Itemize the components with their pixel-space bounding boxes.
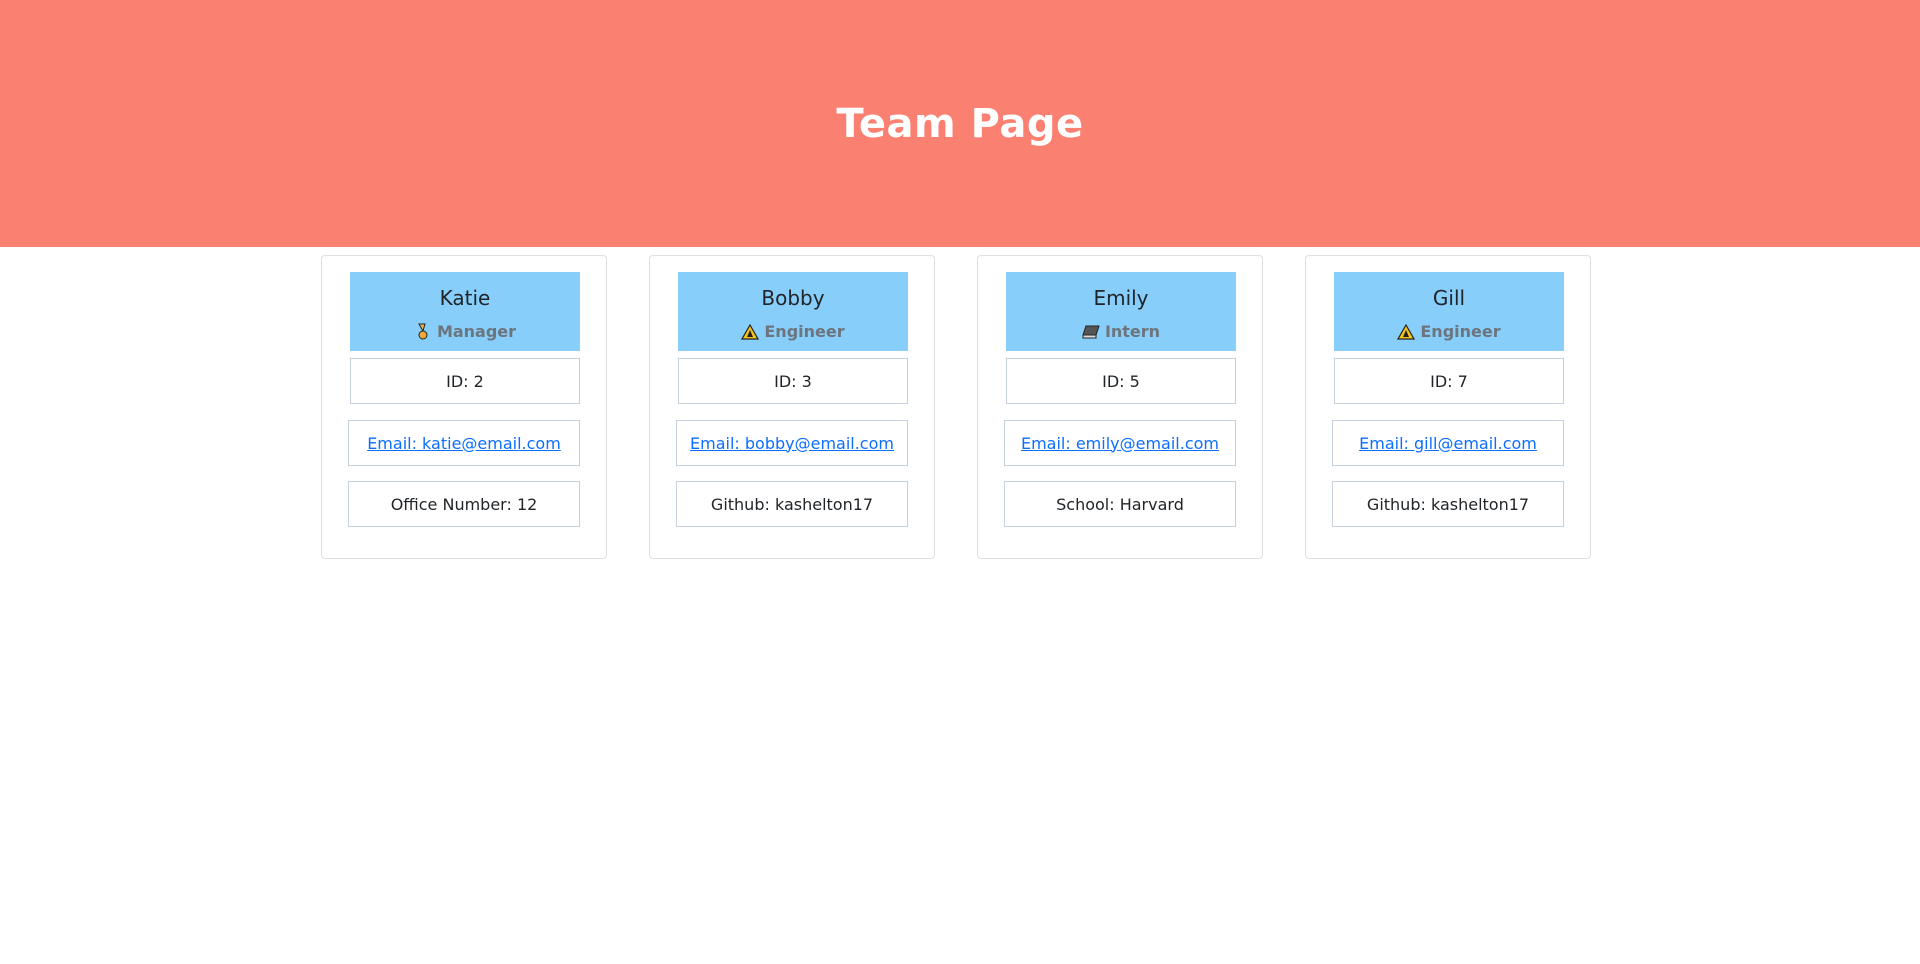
- member-github: Github: kashelton17: [1332, 481, 1564, 527]
- role-label: Engineer: [1420, 322, 1501, 341]
- member-role: Intern: [1006, 322, 1236, 341]
- member-name: Emily: [1093, 286, 1149, 310]
- member-email-box: Email: gill@email.com: [1332, 420, 1564, 466]
- member-id: ID: 5: [1006, 358, 1236, 404]
- member-card-bobby: Bobby Engineer ID: 3 Email: bobby@email.…: [649, 255, 935, 559]
- member-id: ID: 3: [678, 358, 908, 404]
- email-link[interactable]: Email: katie@email.com: [367, 434, 561, 453]
- page-header: Team Page: [0, 0, 1920, 247]
- card-header: Bobby Engineer: [678, 272, 908, 351]
- member-role: Engineer: [678, 322, 908, 341]
- email-link[interactable]: Email: emily@email.com: [1021, 434, 1219, 453]
- role-label: Manager: [436, 322, 517, 341]
- member-card-emily: Emily Intern ID: 5 Email: emily@email.co…: [977, 255, 1263, 559]
- member-email-box: Email: bobby@email.com: [676, 420, 908, 466]
- member-name: Bobby: [761, 286, 825, 310]
- member-card-katie: Katie Manager ID: 2 Email: katie@email.c…: [321, 255, 607, 559]
- member-office-number: Office Number: 12: [348, 481, 580, 527]
- warning-cone-icon: [741, 323, 760, 341]
- member-id: ID: 2: [350, 358, 580, 404]
- email-link[interactable]: Email: bobby@email.com: [690, 434, 894, 453]
- card-header: Gill Engineer: [1334, 272, 1564, 351]
- member-github: Github: kashelton17: [676, 481, 908, 527]
- member-school: School: Harvard: [1004, 481, 1236, 527]
- card-header: Katie Manager: [350, 272, 580, 351]
- card-header: Emily Intern: [1006, 272, 1236, 351]
- role-label: Engineer: [764, 322, 845, 341]
- member-name: Gill: [1432, 286, 1466, 310]
- medal-icon: [414, 323, 432, 341]
- role-label: Intern: [1104, 322, 1161, 341]
- member-role: Manager: [350, 322, 580, 341]
- warning-cone-icon: [1397, 323, 1416, 341]
- member-email-box: Email: emily@email.com: [1004, 420, 1236, 466]
- member-card-gill: Gill Engineer ID: 7 Email: gill@email.co…: [1305, 255, 1591, 559]
- member-name: Katie: [439, 286, 491, 310]
- email-link[interactable]: Email: gill@email.com: [1359, 434, 1537, 453]
- member-role: Engineer: [1334, 322, 1564, 341]
- book-icon: [1082, 323, 1100, 341]
- page-title: Team Page: [836, 100, 1084, 147]
- member-id: ID: 7: [1334, 358, 1564, 404]
- member-email-box: Email: katie@email.com: [348, 420, 580, 466]
- team-cards: Katie Manager ID: 2 Email: katie@email.c…: [321, 255, 1591, 559]
